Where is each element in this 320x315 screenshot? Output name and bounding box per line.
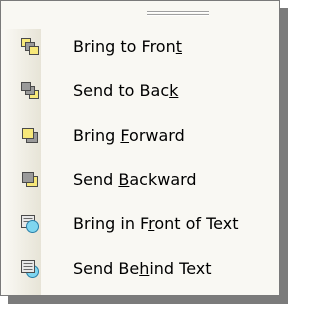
grip-lines-icon bbox=[147, 11, 209, 18]
menu-item-bring-in-front-of-text[interactable]: Bring in Front of Text bbox=[1, 206, 279, 242]
bring-in-front-of-text-icon bbox=[20, 214, 40, 234]
menu-item-label: Send to Back bbox=[73, 81, 179, 100]
menu-item-label: Bring Forward bbox=[73, 126, 185, 145]
menu-item-send-backward[interactable]: Send Backward bbox=[1, 162, 279, 198]
menu-item-label: Bring in Front of Text bbox=[73, 214, 239, 233]
send-to-back-icon bbox=[20, 81, 40, 101]
menu-item-send-to-back[interactable]: Send to Back bbox=[1, 73, 279, 109]
order-menu: Bring to Front Send to Back Bring Forwar… bbox=[0, 0, 280, 296]
send-backward-icon bbox=[20, 170, 40, 190]
bring-to-front-icon bbox=[20, 37, 40, 57]
send-behind-text-icon bbox=[20, 259, 40, 279]
menu-item-label: Send Behind Text bbox=[73, 259, 212, 278]
menu-item-label: Send Backward bbox=[73, 170, 197, 189]
menu-item-bring-forward[interactable]: Bring Forward bbox=[1, 118, 279, 154]
menu-drag-handle[interactable] bbox=[1, 1, 279, 29]
bring-forward-icon bbox=[20, 126, 40, 146]
menu-item-label: Bring to Front bbox=[73, 37, 183, 56]
menu-item-send-behind-text[interactable]: Send Behind Text bbox=[1, 251, 279, 287]
menu-item-bring-to-front[interactable]: Bring to Front bbox=[1, 29, 279, 65]
